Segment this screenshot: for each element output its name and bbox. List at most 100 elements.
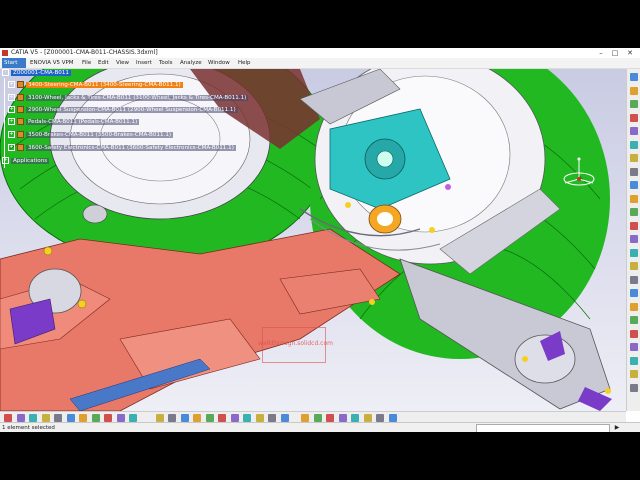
- tree-item-safety-electronics[interactable]: +3600-Safety Electronics-CMA-B011 (3600-…: [8, 144, 236, 153]
- tree-root[interactable]: - Z000001-CMA-B011: [2, 69, 71, 78]
- menu-edit[interactable]: Edit: [98, 58, 109, 68]
- minimize-button[interactable]: –: [594, 48, 608, 58]
- zoom-in-icon[interactable]: [193, 413, 201, 422]
- menu-help[interactable]: Help: [238, 58, 251, 68]
- look-at-icon[interactable]: [363, 413, 372, 422]
- frame-rails[interactable]: [0, 228, 401, 411]
- tree-item-label: 3400-Steering-CMA-B011 (3400-Steering-CM…: [26, 82, 183, 88]
- tree-item-applications[interactable]: + Applications: [2, 157, 50, 166]
- grid-icon[interactable]: [630, 343, 638, 351]
- light-icon[interactable]: [630, 289, 638, 297]
- analysis-tool-icon[interactable]: [301, 413, 309, 422]
- expand-icon[interactable]: +: [8, 94, 15, 101]
- tree-item-pedals[interactable]: + Pedals-CMA-B011 (Pedals-CMA-B011.1): [8, 118, 140, 127]
- tree-item-label: 3500-Brakes-CMA-B011 (3500-Brakes-CMA-B0…: [26, 132, 174, 138]
- macro-icon[interactable]: [630, 248, 638, 257]
- collapse-icon[interactable]: -: [2, 69, 9, 76]
- shading-icon[interactable]: [243, 413, 251, 422]
- expand-icon[interactable]: +: [2, 157, 9, 164]
- 3d-viewport[interactable]: - Z000001-CMA-B011 +3400-Steering-CMA-B01…: [0, 69, 626, 411]
- material-icon[interactable]: [630, 302, 638, 311]
- refresh-icon[interactable]: [116, 413, 125, 422]
- part-icon[interactable]: [630, 127, 638, 135]
- layer-icon[interactable]: [630, 316, 638, 324]
- walk-icon[interactable]: [351, 413, 359, 422]
- quick-view-icon[interactable]: [388, 413, 397, 422]
- menu-enovia[interactable]: ENOVIA V5 VPM: [30, 58, 74, 68]
- menu-start[interactable]: Start: [2, 58, 26, 68]
- menu-analyze[interactable]: Analyze: [180, 58, 202, 68]
- catia-app-icon: [2, 50, 8, 56]
- swap-icon[interactable]: [630, 221, 638, 230]
- menu-bar: Start ENOVIA V5 VPM File Edit View Inser…: [0, 58, 640, 69]
- redo-icon[interactable]: [104, 413, 112, 422]
- tree-item-label: Applications: [11, 158, 50, 164]
- expand-icon[interactable]: +: [8, 81, 15, 88]
- menu-file[interactable]: File: [82, 58, 91, 68]
- swap-visible-icon[interactable]: [268, 413, 276, 422]
- maximize-button[interactable]: □: [608, 48, 622, 58]
- undo-icon[interactable]: [91, 413, 100, 422]
- save-icon[interactable]: [29, 413, 37, 422]
- normal-view-icon[interactable]: [218, 413, 226, 422]
- expand-icon[interactable]: +: [8, 131, 15, 138]
- constraint-icon[interactable]: [630, 154, 638, 162]
- measure-tool-icon[interactable]: [313, 413, 322, 422]
- status-text: 1 element selected: [2, 425, 55, 431]
- compass-icon[interactable]: [560, 155, 598, 193]
- expand-icon[interactable]: +: [8, 106, 15, 113]
- tree-root-label: Z000001-CMA-B011: [11, 70, 71, 76]
- render-style-icon[interactable]: [280, 413, 289, 422]
- pan-icon[interactable]: [168, 413, 176, 422]
- turn-head-icon[interactable]: [376, 413, 384, 422]
- copy-icon[interactable]: [66, 413, 75, 422]
- hide-show-icon[interactable]: [630, 208, 638, 216]
- lock-icon[interactable]: [630, 356, 638, 365]
- iso-view-icon[interactable]: [230, 413, 239, 422]
- tree-item-brakes[interactable]: +3500-Brakes-CMA-B011 (3500-Brakes-CMA-B…: [8, 131, 174, 140]
- tree-item-label: Pedals-CMA-B011 (Pedals-CMA-B011.1): [26, 119, 140, 125]
- close-button[interactable]: ✕: [623, 48, 637, 58]
- tree-item-wheels[interactable]: +3100-Wheel, Jacks & Tires-CMA-B011 (310…: [8, 94, 249, 103]
- product-icon[interactable]: [630, 140, 638, 149]
- snapshot-icon[interactable]: [326, 413, 334, 422]
- command-input[interactable]: [476, 424, 610, 432]
- catia-logo-icon[interactable]: [630, 383, 638, 392]
- fit-all-icon[interactable]: [155, 413, 164, 422]
- zoom-out-icon[interactable]: [205, 413, 214, 422]
- tree-item-suspension[interactable]: +2900-Wheel Suspension-CMA-B011 (2900-Wh…: [8, 106, 238, 115]
- expand-icon[interactable]: +: [8, 144, 15, 151]
- expand-icon[interactable]: +: [8, 118, 15, 125]
- snap-icon[interactable]: [630, 329, 638, 338]
- fly-icon[interactable]: [338, 413, 347, 422]
- new-icon[interactable]: [4, 413, 12, 422]
- select-icon[interactable]: [630, 73, 638, 81]
- menu-tools[interactable]: Tools: [159, 58, 173, 68]
- open-icon[interactable]: [16, 413, 25, 422]
- menu-view[interactable]: View: [116, 58, 129, 68]
- product-node-icon: [17, 106, 24, 113]
- help-icon[interactable]: [630, 262, 638, 270]
- cut-icon[interactable]: [54, 413, 62, 422]
- sketch-icon[interactable]: [630, 100, 638, 108]
- tree-item-label: 2900-Wheel Suspension-CMA-B011 (2900-Whe…: [26, 107, 238, 113]
- compass-icon[interactable]: [630, 275, 638, 284]
- fly-mode-icon[interactable]: [630, 86, 638, 95]
- analysis-icon[interactable]: [630, 167, 638, 176]
- capture-icon[interactable]: [630, 235, 638, 243]
- tree-item-steering[interactable]: +3400-Steering-CMA-B011 (3400-Steering-C…: [8, 81, 183, 90]
- print-icon[interactable]: [41, 413, 50, 422]
- catalog-icon[interactable]: [630, 194, 638, 203]
- hide-icon[interactable]: [255, 413, 264, 422]
- update-icon[interactable]: [630, 370, 638, 378]
- run-command-button[interactable]: ▶: [612, 423, 622, 432]
- help-pointer-icon[interactable]: [129, 413, 137, 422]
- right-toolbar: [626, 69, 640, 411]
- measure-icon[interactable]: [630, 113, 638, 122]
- status-bar: 1 element selected ▶: [0, 422, 640, 432]
- menu-window[interactable]: Window: [208, 58, 230, 68]
- paste-icon[interactable]: [79, 413, 87, 422]
- rotate-icon[interactable]: [180, 413, 189, 422]
- menu-insert[interactable]: Insert: [136, 58, 152, 68]
- render-icon[interactable]: [630, 181, 638, 189]
